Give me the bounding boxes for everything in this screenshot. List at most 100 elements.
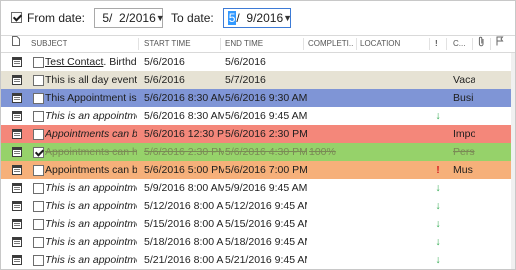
- subject-text: This is an appointmen: [45, 110, 137, 122]
- done-checkbox[interactable]: [33, 147, 44, 158]
- subject-text: This Appointment is I: [45, 92, 137, 104]
- vertical-scrollbar[interactable]: [511, 53, 515, 269]
- chevron-down-icon[interactable]: ▼: [283, 13, 292, 23]
- document-icon[interactable]: [12, 36, 20, 52]
- table-row[interactable]: This is an appointmen 5/15/2016 8:00 AM5/…: [1, 215, 515, 233]
- cell-category: [453, 197, 475, 215]
- cell-category: [453, 53, 475, 71]
- cell-completion: [309, 215, 354, 233]
- cell-start-time: 5/9/2016 8:00 AM: [144, 182, 224, 194]
- appointment-icon: [12, 57, 22, 67]
- done-checkbox[interactable]: [33, 93, 44, 104]
- column-separator[interactable]: [220, 38, 221, 50]
- table-row[interactable]: This is an appointmen 5/18/2016 8:00 AM5/…: [1, 233, 515, 251]
- column-separator[interactable]: [356, 38, 357, 50]
- cell-completion: [309, 107, 354, 125]
- done-checkbox[interactable]: [33, 201, 44, 212]
- low-importance-icon: ↓: [435, 182, 441, 194]
- cell-category: [453, 179, 475, 197]
- done-checkbox[interactable]: [33, 57, 44, 68]
- low-importance-icon: ↓: [435, 200, 441, 212]
- appointments-window: From date: 5/ 2/2016 ▼ To date: 5/ 9/201…: [0, 0, 516, 270]
- column-separator[interactable]: [138, 38, 139, 50]
- table-row[interactable]: This is all day event. I 5/6/2016 5/7/2016…: [1, 71, 515, 89]
- low-importance-icon: ↓: [435, 254, 441, 266]
- column-header-importance[interactable]: !: [435, 36, 438, 52]
- cell-start-time: 5/6/2016: [144, 74, 185, 86]
- done-checkbox[interactable]: [33, 111, 44, 122]
- from-date-picker[interactable]: 5/ 2/2016 ▼: [94, 7, 165, 28]
- subject-text: This is an appointmen: [45, 218, 137, 230]
- table-row[interactable]: This Appointment is I 5/6/2016 8:30 AM 5/6…: [1, 89, 515, 107]
- chevron-down-icon[interactable]: ▼: [156, 13, 165, 23]
- cell-start-time: 5/21/2016 8:00 AM: [144, 254, 224, 266]
- low-importance-icon: ↓: [435, 218, 441, 230]
- column-header-completion[interactable]: COMPLETI...: [308, 36, 354, 52]
- table-row[interactable]: Appointments can be c 5/6/2016 12:30 PM5/…: [1, 125, 515, 143]
- cell-end-time: 5/12/2016 9:45 AM: [225, 200, 307, 212]
- cell-subject: This is an appointmen: [45, 107, 137, 125]
- from-date-checkbox[interactable]: [11, 12, 22, 23]
- done-checkbox[interactable]: [33, 129, 44, 140]
- column-separator[interactable]: [303, 38, 304, 50]
- done-checkbox[interactable]: [33, 165, 44, 176]
- done-checkbox[interactable]: [33, 237, 44, 248]
- appointment-icon: [12, 111, 22, 121]
- low-importance-icon: [434, 53, 442, 71]
- to-date-value: 5/ 9/2016: [227, 10, 283, 25]
- cell-completion: [309, 71, 354, 89]
- column-separator[interactable]: [429, 38, 430, 50]
- table-row[interactable]: This is an appointmen 5/21/2016 8:00 AM5/…: [1, 251, 515, 269]
- cell-completion: [309, 161, 354, 179]
- cell-completion: [309, 233, 354, 251]
- grid-header: SUBJECT START TIME END TIME COMPLETI... …: [1, 35, 515, 53]
- appointment-icon: [12, 129, 22, 139]
- cell-completion: [309, 53, 354, 71]
- column-separator[interactable]: [490, 38, 491, 50]
- subject-text: This is an appointmen: [45, 254, 137, 266]
- cell-category: [453, 215, 475, 233]
- low-importance-icon: [434, 89, 442, 107]
- cell-start-time: 5/6/2016 12:30 PM: [144, 128, 224, 140]
- done-checkbox[interactable]: [33, 255, 44, 266]
- cell-subject: Test Contact. Birthday: [45, 53, 137, 71]
- low-importance-icon: ↓: [435, 110, 441, 122]
- table-row[interactable]: Test Contact. Birthday 5/6/2016 5/6/2016: [1, 53, 515, 71]
- done-checkbox[interactable]: [33, 219, 44, 230]
- done-checkbox[interactable]: [33, 183, 44, 194]
- column-header-subject[interactable]: SUBJECT: [31, 36, 67, 52]
- cell-category: Busi: [453, 92, 474, 104]
- cell-completion: [309, 179, 354, 197]
- cell-start-time: 5/15/2016 8:00 AM: [144, 218, 224, 230]
- table-row[interactable]: Appointments can be 5/6/2016 5:00 PM 5/6/2…: [1, 161, 515, 179]
- done-checkbox[interactable]: [33, 75, 44, 86]
- table-row[interactable]: This is an appointmen 5/6/2016 8:30 AM5/6…: [1, 107, 515, 125]
- cell-completion: [309, 89, 354, 107]
- cell-end-time: 5/6/2016 4:30 PM: [225, 146, 307, 158]
- column-header-category[interactable]: C...: [453, 36, 465, 52]
- column-separator[interactable]: [472, 38, 473, 50]
- flag-icon[interactable]: [496, 36, 504, 52]
- cell-start-time: 5/6/2016: [144, 56, 185, 68]
- cell-end-time: 5/15/2016 9:45 AM: [225, 218, 307, 230]
- cell-end-time: 5/6/2016 9:30 AM: [225, 92, 307, 104]
- column-header-start-time[interactable]: START TIME: [144, 36, 191, 52]
- cell-subject: Appointments can be c: [45, 125, 137, 143]
- cell-end-time: 5/18/2016 9:45 AM: [225, 236, 307, 248]
- appointment-icon: [12, 201, 22, 211]
- table-row[interactable]: This is an appointmen 5/12/2016 8:00 AM5/…: [1, 197, 515, 215]
- to-date-picker[interactable]: 5/ 9/2016 ▼: [222, 7, 292, 28]
- column-header-location[interactable]: LOCATION: [360, 36, 400, 52]
- cell-category: Vaca: [453, 74, 475, 86]
- cell-category: [453, 251, 475, 269]
- cell-end-time: 5/6/2016 9:45 AM: [225, 110, 307, 122]
- paperclip-icon[interactable]: [478, 36, 485, 52]
- table-row[interactable]: Appointments can ha 5/6/2016 2:30 PM 5/6/2…: [1, 143, 515, 161]
- cell-end-time: 5/6/2016 2:30 PM: [225, 128, 307, 140]
- column-header-end-time[interactable]: END TIME: [225, 36, 263, 52]
- column-separator[interactable]: [446, 38, 447, 50]
- appointment-icon: [12, 75, 22, 85]
- contact-link[interactable]: Test Contact: [45, 56, 103, 68]
- table-row[interactable]: This is an appointmen 5/9/2016 8:00 AM5/9…: [1, 179, 515, 197]
- cell-completion: 100%: [309, 146, 336, 158]
